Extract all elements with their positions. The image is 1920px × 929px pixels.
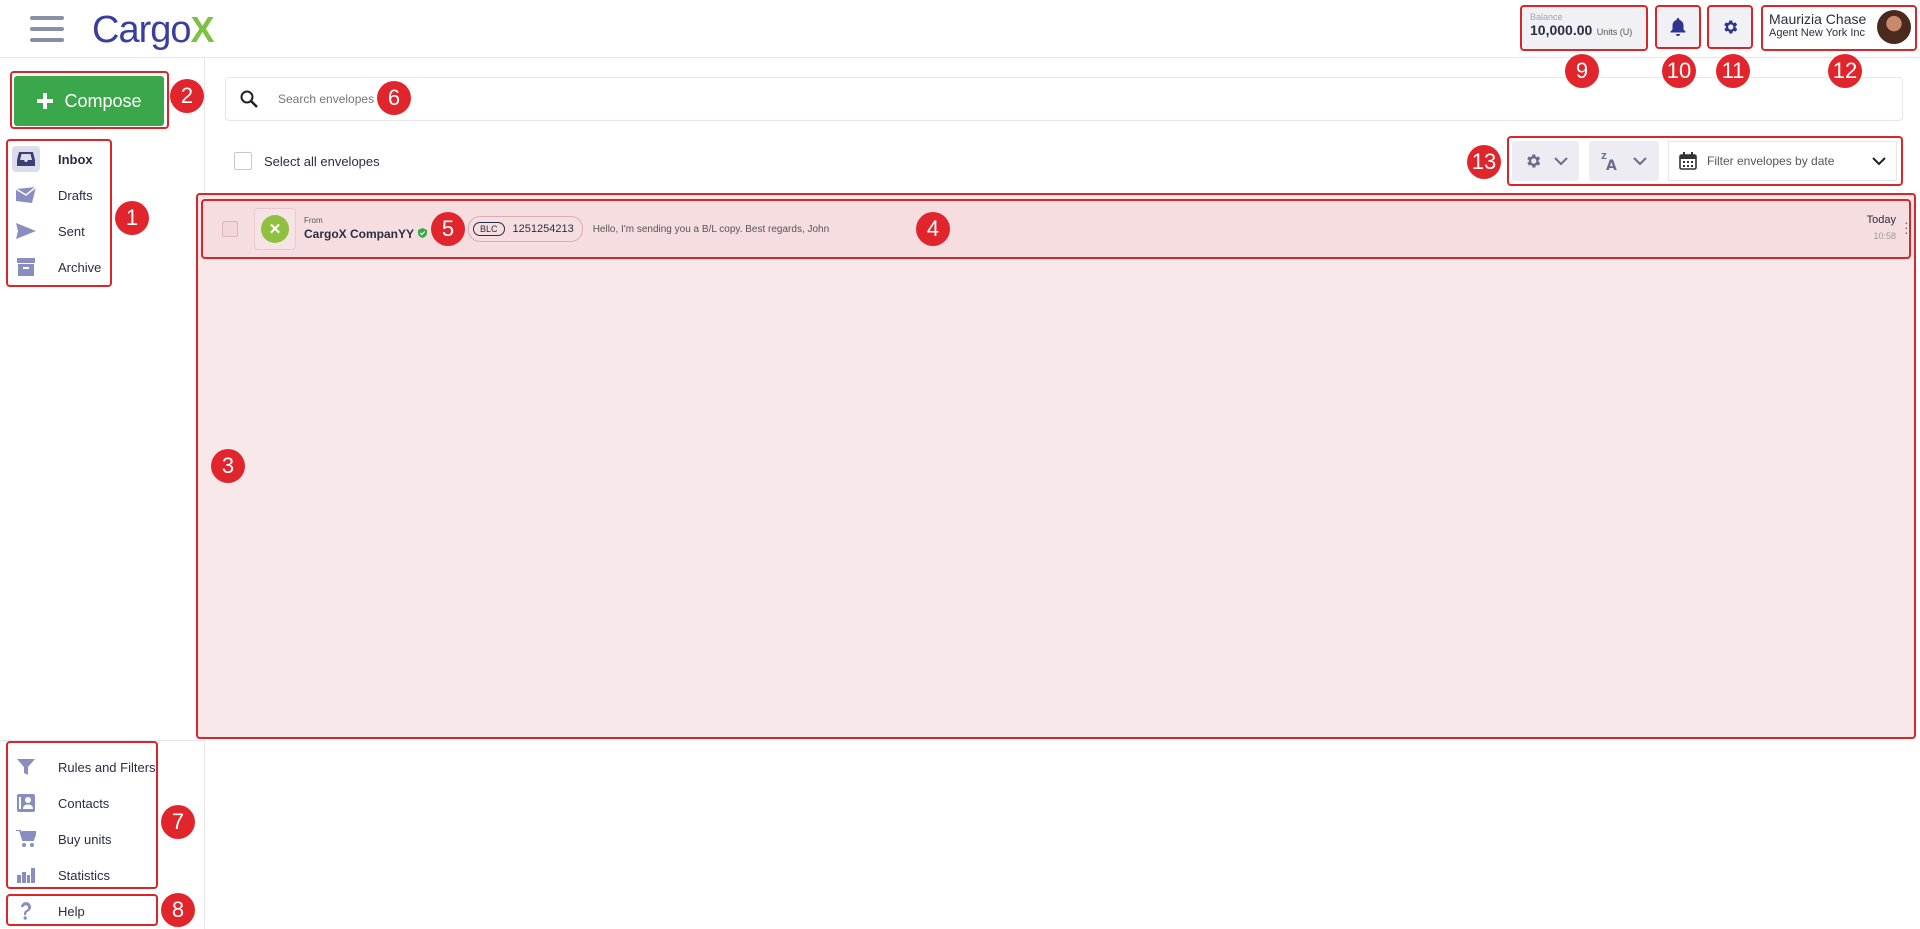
highlight-compose [10,71,169,129]
callout-5: 5 [431,212,465,246]
callout-13: 13 [1467,145,1501,179]
highlight-nav [6,139,112,287]
highlight-list [196,193,1916,739]
callout-7: 7 [161,805,195,839]
highlight-toolbar [1507,136,1903,186]
highlight-user [1761,5,1917,51]
highlight-settings [1707,5,1753,49]
highlight-tools [6,741,158,889]
highlight-help [6,894,158,926]
callout-3: 3 [211,449,245,483]
search-icon [240,90,258,108]
callout-1: 1 [115,201,149,235]
select-all-label: Select all envelopes [264,153,380,169]
callout-9: 9 [1565,54,1599,88]
search-bar[interactable] [225,77,1903,121]
highlight-balance [1520,5,1648,51]
callout-11: 11 [1716,54,1750,88]
select-all-checkbox[interactable] [234,152,252,170]
search-input[interactable] [276,91,580,107]
callout-6: 6 [377,81,411,115]
callout-12: 12 [1828,54,1862,88]
callout-2: 2 [170,79,204,113]
select-all[interactable]: Select all envelopes [234,152,380,170]
callout-4: 4 [916,212,950,246]
cargox-logo[interactable]: Cargo X [92,8,215,52]
hamburger-menu-icon[interactable] [30,16,64,42]
highlight-notifications [1655,5,1701,49]
callout-10: 10 [1662,54,1696,88]
callout-8: 8 [161,893,195,927]
